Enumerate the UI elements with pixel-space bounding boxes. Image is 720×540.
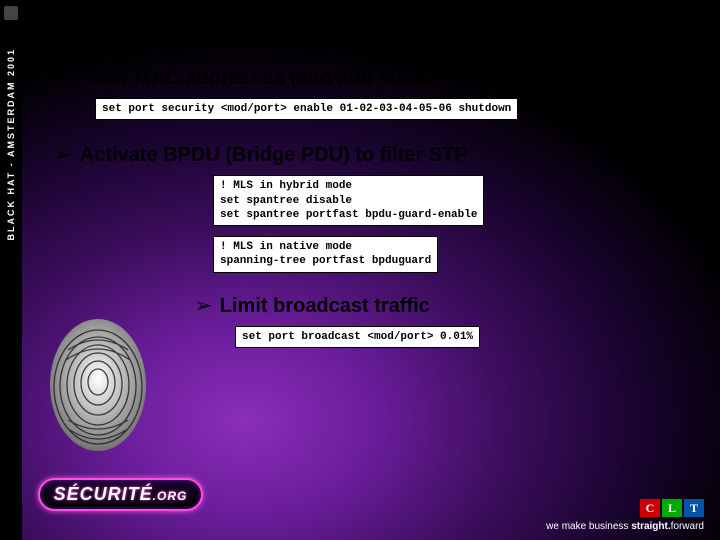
code-block-1: set port security <mod/port> enable 01-0… — [95, 98, 518, 120]
tagline: we make business straight.forward — [546, 521, 704, 532]
clt-c-icon: C — [640, 499, 660, 517]
sidebar-label: BLACK HAT - AMSTERDAM 2001 — [6, 48, 16, 241]
bullet-3-text: Limit broadcast traffic — [220, 295, 430, 318]
tagline-bold: straight. — [631, 521, 670, 532]
sidebar-logo-icon — [4, 6, 18, 20]
bullet-1-text: Filter MAC addresses (and add static IP-… — [80, 67, 540, 90]
fingerprint-icon — [38, 310, 158, 460]
chevron-right-icon: ➢ — [54, 68, 72, 88]
code-block-2: ! MLS in hybrid mode set spantree disabl… — [213, 175, 484, 226]
bullet-2-text: Activate BPDU (Bridge PDU) to filter STP — [80, 144, 468, 167]
tagline-suffix: forward — [671, 521, 704, 532]
clt-logo: C L T — [546, 499, 704, 517]
left-sidebar: BLACK HAT - AMSTERDAM 2001 — [0, 0, 22, 540]
slide-title: MAC address and STP filtering — [55, 10, 695, 47]
tagline-prefix: we make business — [546, 521, 631, 532]
bullet-1: ➢ Filter MAC addresses (and add static I… — [55, 67, 695, 90]
slide-content: MAC address and STP filtering ➢ Filter M… — [55, 10, 695, 348]
code-block-4: set port broadcast <mod/port> 0.01% — [235, 326, 480, 348]
chevron-right-icon: ➢ — [194, 296, 212, 316]
clt-t-icon: T — [684, 499, 704, 517]
footer-right: C L T we make business straight.forward — [546, 499, 704, 532]
bullet-2: ➢ Activate BPDU (Bridge PDU) to filter S… — [55, 144, 695, 167]
chevron-right-icon: ➢ — [54, 145, 72, 165]
clt-l-icon: L — [662, 499, 682, 517]
code-block-3: ! MLS in native mode spanning-tree portf… — [213, 236, 438, 273]
securite-logo: SÉCURITÉ.ORG — [8, 470, 233, 518]
bullet-3: ➢ Limit broadcast traffic — [195, 295, 695, 318]
logo-main: SÉCURITÉ — [54, 484, 153, 504]
logo-suffix: .ORG — [153, 489, 188, 503]
